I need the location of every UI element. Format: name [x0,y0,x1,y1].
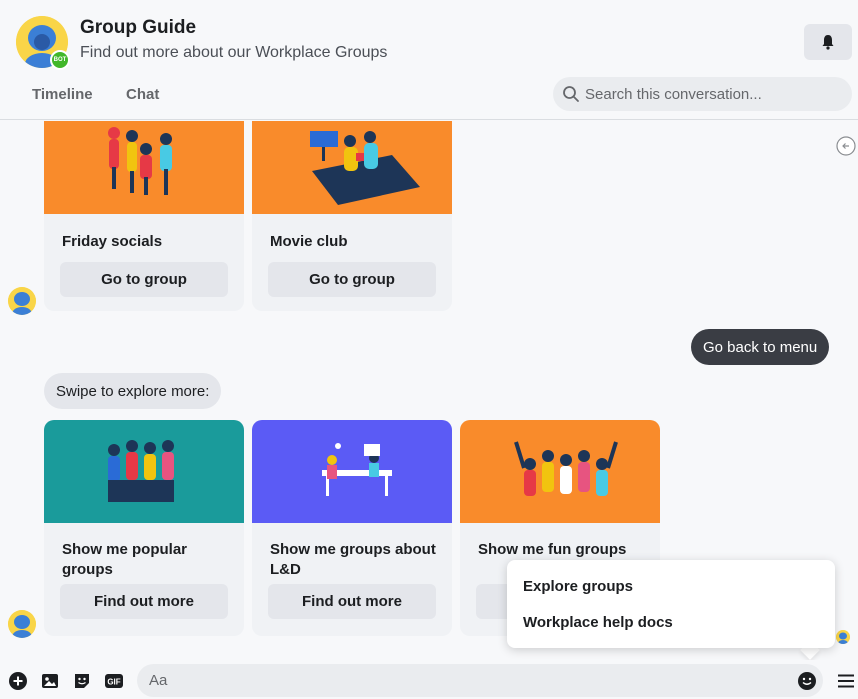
option-card-popular-groups: Show me popular groups Find out more [44,420,244,636]
bot-avatar-small [8,287,36,315]
popular-groups-illustration [44,420,244,523]
search-input[interactable]: Search this conversation... [553,77,852,111]
friday-socials-illustration [44,121,244,214]
incoming-message: Swipe to explore more: [44,373,222,409]
tab-chat[interactable]: Chat [126,86,159,103]
page-subtitle: Find out more about our Workplace Groups [80,44,388,61]
movie-club-illustration [252,121,452,214]
menu-item-help-docs[interactable]: Workplace help docs [523,614,673,631]
group-card-friday-socials: Friday socials Go to group [44,121,244,311]
message-input[interactable]: Aa [137,664,823,697]
find-out-more-button[interactable]: Find out more [60,584,228,619]
search-icon [563,86,579,102]
go-to-group-button[interactable]: Go to group [268,262,436,297]
plus-circle-icon[interactable] [8,671,28,691]
card-title: Friday socials [62,233,163,250]
learning-groups-illustration [252,420,452,523]
find-out-more-button[interactable]: Find out more [268,584,436,619]
card-title: Movie club [270,233,348,250]
message-composer: GIF Aa [0,660,858,699]
tab-timeline[interactable]: Timeline [32,86,93,103]
bell-icon [822,35,834,50]
message-placeholder: Aa [149,672,168,689]
emoji-icon[interactable] [797,671,817,691]
menu-item-explore-groups[interactable]: Explore groups [523,578,633,595]
sticker-icon[interactable] [72,671,92,691]
notifications-button[interactable] [804,24,852,60]
outgoing-message: Go back to menu [691,329,830,365]
bot-badge: BOT [50,50,70,70]
persistent-menu-popup: Explore groups Workplace help docs [507,560,835,648]
read-receipt-avatar [836,630,850,644]
arrow-left-circle-icon[interactable] [836,136,856,156]
go-to-group-button[interactable]: Go to group [60,262,228,297]
card-title: Show me groups about L&D [270,541,436,578]
photo-icon[interactable] [40,671,60,691]
group-card-movie-club: Movie club Go to group [252,121,452,311]
option-card-learning-groups: Show me groups about L&D Find out more [252,420,452,636]
gif-icon[interactable]: GIF [104,671,124,691]
page-title: Group Guide [80,17,197,38]
bot-avatar-small [8,610,36,638]
search-placeholder: Search this conversation... [585,86,762,103]
menu-icon[interactable] [836,671,856,691]
fun-groups-illustration [460,420,660,523]
card-title: Show me popular groups [62,541,188,578]
card-title: Show me fun groups [478,541,627,558]
gif-label: GIF [107,678,120,687]
conversation-header: BOT Group Guide Find out more about our … [0,0,858,120]
